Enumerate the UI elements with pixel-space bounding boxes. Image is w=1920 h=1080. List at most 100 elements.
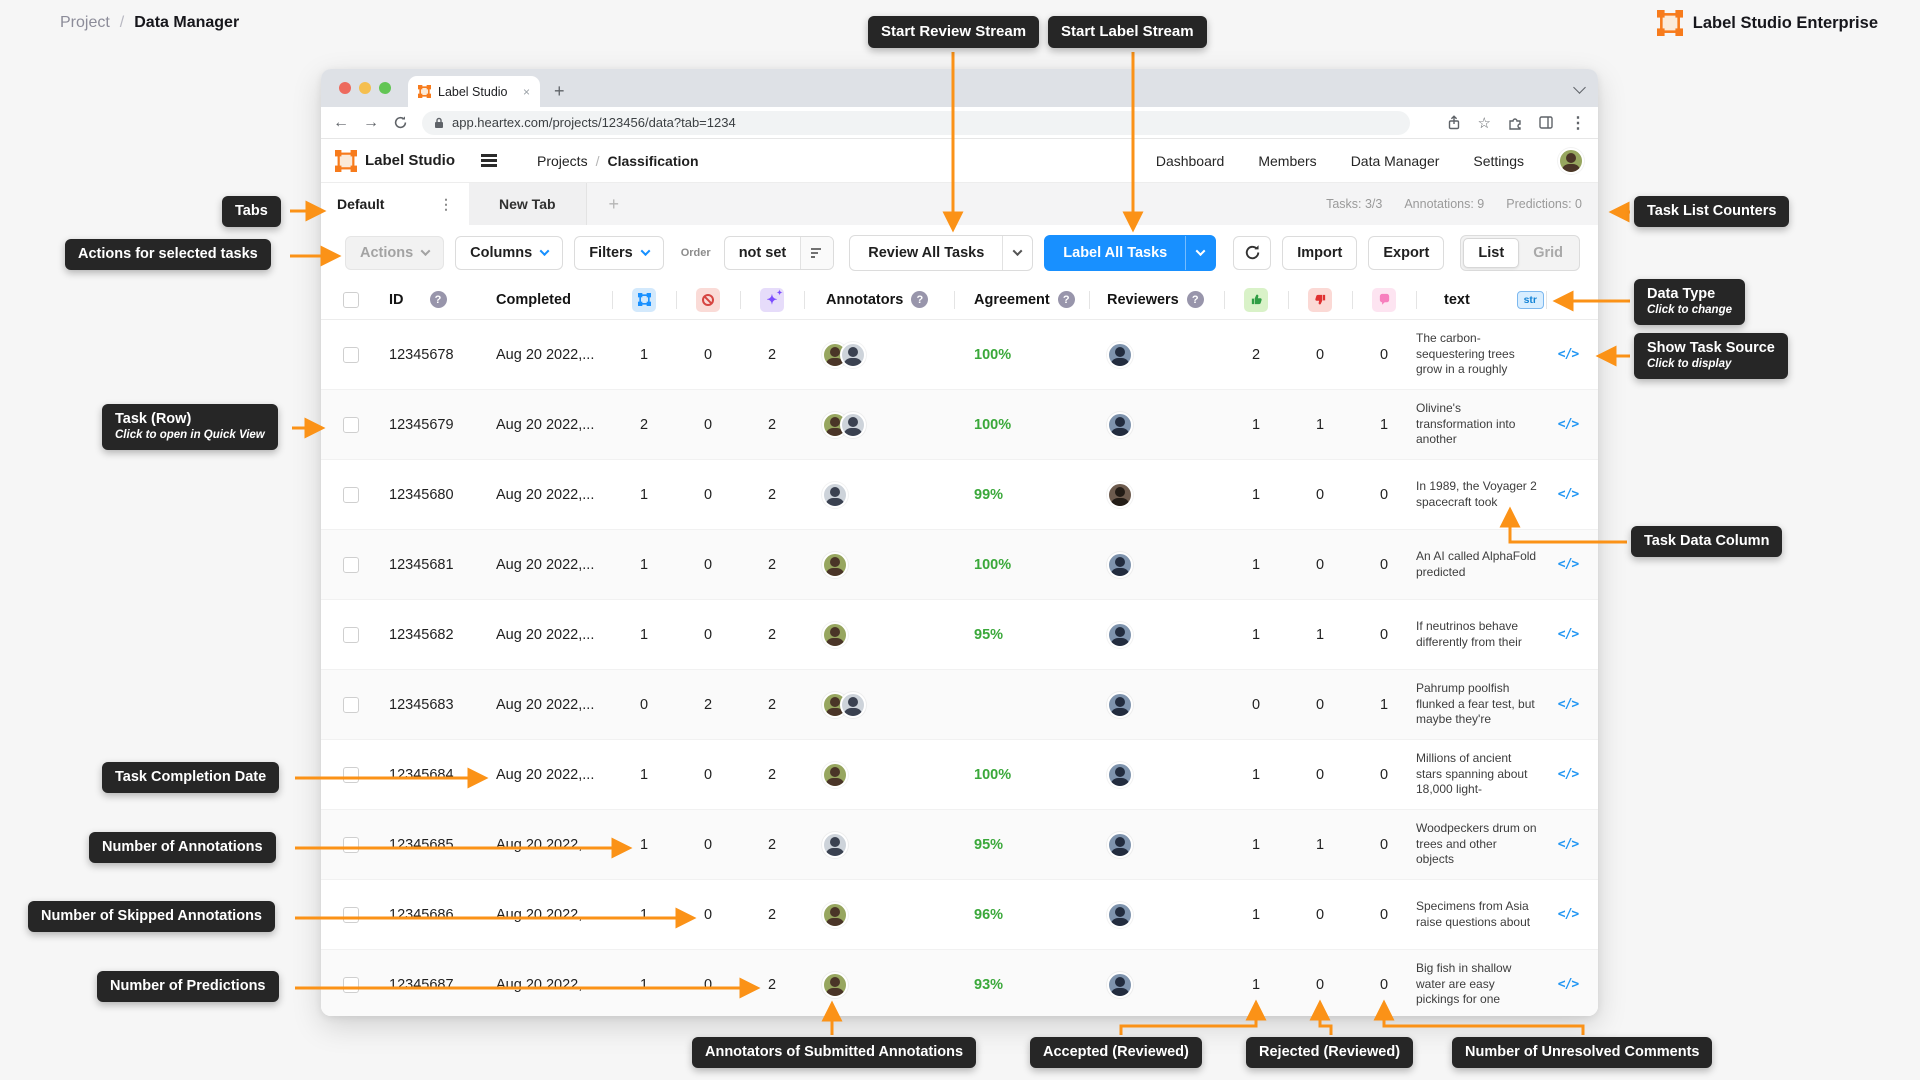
avatar[interactable] <box>840 692 866 718</box>
avatar[interactable] <box>822 972 848 998</box>
reload-icon[interactable] <box>393 115 408 130</box>
review-all-tasks-button[interactable]: Review All Tasks <box>849 235 1033 271</box>
column-header-rejected[interactable] <box>1288 280 1352 319</box>
forward-icon[interactable]: → <box>363 115 379 131</box>
show-source-icon[interactable]: </> <box>1558 977 1578 992</box>
actions-button[interactable]: Actions <box>345 236 444 270</box>
avatar[interactable] <box>1107 832 1133 858</box>
back-icon[interactable]: ← <box>333 115 349 131</box>
show-source-icon[interactable]: </> <box>1558 557 1578 572</box>
row-checkbox[interactable] <box>343 767 359 783</box>
order-control[interactable]: not set <box>724 236 835 270</box>
tab-close-icon[interactable]: × <box>523 85 530 99</box>
column-header-comments[interactable] <box>1352 280 1416 319</box>
table-row[interactable]: 12345686 Aug 20 2022,... 1 0 2 96% 1 0 0… <box>321 880 1598 950</box>
nav-item-dashboard[interactable]: Dashboard <box>1156 153 1225 169</box>
column-header-completed[interactable]: Completed <box>472 280 612 319</box>
breadcrumb-section[interactable]: Project <box>60 14 110 32</box>
grid-view-button[interactable]: Grid <box>1519 238 1577 268</box>
add-tab-icon[interactable]: + <box>609 194 620 215</box>
order-value[interactable]: not set <box>725 237 801 269</box>
sort-icon[interactable] <box>800 237 833 269</box>
avatar[interactable] <box>822 482 848 508</box>
row-checkbox[interactable] <box>343 837 359 853</box>
import-button[interactable]: Import <box>1282 236 1357 270</box>
show-source-icon[interactable]: </> <box>1558 767 1578 782</box>
avatar[interactable] <box>1107 342 1133 368</box>
avatar[interactable] <box>840 342 866 368</box>
avatar[interactable] <box>822 552 848 578</box>
avatar[interactable] <box>1107 482 1133 508</box>
avatar[interactable] <box>1107 552 1133 578</box>
column-header-skipped[interactable] <box>676 280 740 319</box>
table-row[interactable]: 12345679 Aug 20 2022,... 2 0 2 100% 1 1 … <box>321 390 1598 460</box>
maximize-window-button[interactable] <box>379 82 391 94</box>
avatar[interactable] <box>822 762 848 788</box>
table-row[interactable]: 12345682 Aug 20 2022,... 1 0 2 95% 1 1 0… <box>321 600 1598 670</box>
table-row[interactable]: 12345683 Aug 20 2022,... 0 2 2 0 0 1 Pah… <box>321 670 1598 740</box>
new-tab-icon[interactable]: + <box>554 81 565 107</box>
bookmark-star-icon[interactable]: ☆ <box>1478 114 1491 132</box>
app-brand[interactable]: Label Studio <box>365 152 455 169</box>
nav-item-settings[interactable]: Settings <box>1473 153 1524 169</box>
nav-projects-link[interactable]: Projects <box>537 153 588 169</box>
avatar[interactable] <box>1107 902 1133 928</box>
review-dropdown-icon[interactable] <box>1002 236 1032 270</box>
avatar[interactable] <box>840 412 866 438</box>
window-controls[interactable] <box>339 82 391 94</box>
table-row[interactable]: 12345681 Aug 20 2022,... 1 0 2 100% 1 0 … <box>321 530 1598 600</box>
show-source-icon[interactable]: </> <box>1558 487 1578 502</box>
address-bar[interactable]: app.heartex.com/projects/123456/data?tab… <box>422 111 1410 135</box>
refresh-button[interactable] <box>1233 236 1271 270</box>
table-row[interactable]: 12345680 Aug 20 2022,... 1 0 2 99% 1 0 0… <box>321 460 1598 530</box>
filters-button[interactable]: Filters <box>574 236 664 270</box>
side-panel-icon[interactable] <box>1539 116 1553 129</box>
tab-options-icon[interactable]: ⋮ <box>439 196 453 213</box>
table-row[interactable]: 12345684 Aug 20 2022,... 1 0 2 100% 1 0 … <box>321 740 1598 810</box>
label-all-tasks-button[interactable]: Label All Tasks <box>1044 235 1216 271</box>
export-button[interactable]: Export <box>1368 236 1444 270</box>
row-checkbox[interactable] <box>343 627 359 643</box>
avatar[interactable] <box>1107 972 1133 998</box>
help-icon[interactable]: ? <box>1058 291 1075 308</box>
nav-item-data-manager[interactable]: Data Manager <box>1351 153 1440 169</box>
column-header-accepted[interactable] <box>1224 280 1288 319</box>
column-header-annotations[interactable] <box>612 280 676 319</box>
row-checkbox[interactable] <box>343 557 359 573</box>
table-row[interactable]: 12345687 Aug 20 2022,... 1 0 2 93% 1 0 0… <box>321 950 1598 1016</box>
app-logo-icon[interactable] <box>335 150 357 172</box>
row-checkbox[interactable] <box>343 697 359 713</box>
table-row[interactable]: 12345685 Aug 20 2022,... 1 0 2 95% 1 1 0… <box>321 810 1598 880</box>
help-icon[interactable]: ? <box>1187 291 1204 308</box>
close-window-button[interactable] <box>339 82 351 94</box>
columns-button[interactable]: Columns <box>455 236 563 270</box>
avatar[interactable] <box>1107 692 1133 718</box>
tab-new-tab[interactable]: New Tab <box>469 183 586 225</box>
column-header-id[interactable]: ID ? <box>377 280 472 319</box>
chevron-down-icon[interactable] <box>1573 81 1586 94</box>
show-source-icon[interactable]: </> <box>1558 417 1578 432</box>
column-header-agreement[interactable]: Agreement ? <box>954 280 1089 319</box>
column-header-annotators[interactable]: Annotators ? <box>804 280 954 319</box>
row-checkbox[interactable] <box>343 487 359 503</box>
show-source-icon[interactable]: </> <box>1558 907 1578 922</box>
data-type-badge[interactable]: str <box>1517 291 1544 309</box>
show-source-icon[interactable]: </> <box>1558 697 1578 712</box>
avatar[interactable] <box>822 832 848 858</box>
table-row[interactable]: 12345678 Aug 20 2022,... 1 0 2 100% 2 0 … <box>321 320 1598 390</box>
avatar[interactable] <box>822 622 848 648</box>
row-checkbox[interactable] <box>343 347 359 363</box>
show-source-icon[interactable]: </> <box>1558 837 1578 852</box>
share-icon[interactable] <box>1447 115 1461 130</box>
browser-menu-icon[interactable]: ⋮ <box>1570 113 1586 133</box>
show-source-icon[interactable]: </> <box>1558 627 1578 642</box>
row-checkbox[interactable] <box>343 417 359 433</box>
tab-default[interactable]: Default ⋮ <box>321 183 469 225</box>
row-checkbox[interactable] <box>343 907 359 923</box>
avatar[interactable] <box>1107 762 1133 788</box>
avatar[interactable] <box>1107 412 1133 438</box>
column-header-text[interactable]: text str <box>1416 280 1546 319</box>
label-dropdown-icon[interactable] <box>1185 236 1215 270</box>
user-avatar[interactable] <box>1558 148 1584 174</box>
select-all-checkbox[interactable] <box>343 292 359 308</box>
